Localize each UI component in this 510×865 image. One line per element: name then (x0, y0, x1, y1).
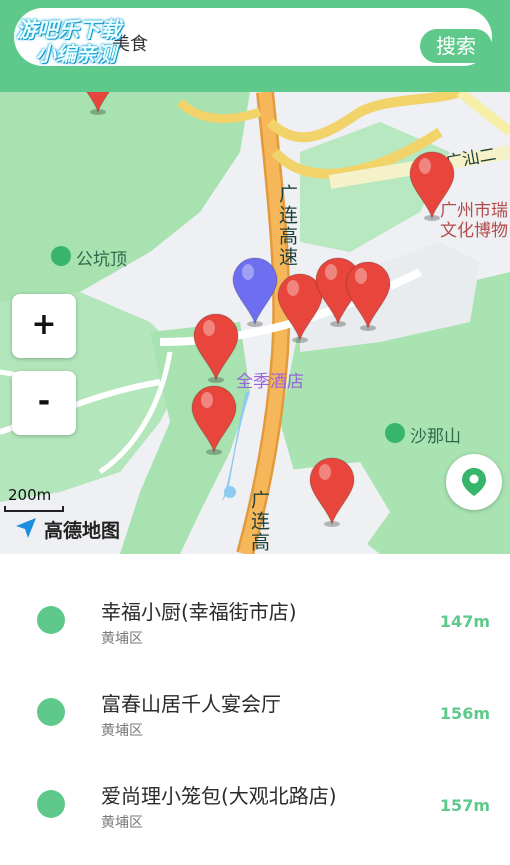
scale-label: 200m (8, 486, 52, 504)
search-button[interactable]: 搜索 (420, 29, 492, 63)
poi-icon-shanashan (385, 423, 405, 443)
road-label-guanglian-lower: 广连高 (248, 490, 270, 553)
watermark-line2: 小编亲测 (36, 42, 116, 66)
list-item-distance: 157m (439, 796, 490, 815)
list-item-dot (37, 606, 65, 634)
list-item-dot (37, 790, 65, 818)
list-item-district: 黄埔区 (101, 723, 143, 739)
poi-icon-gongkengding (51, 246, 71, 266)
zoom-in-button[interactable]: + (12, 294, 76, 358)
list-item-name: 幸福小厨(幸福街市店) (101, 600, 297, 624)
poi-label-gongkengding: 公坑顶 (76, 250, 127, 270)
list-item-name: 爱尚理小笼包(大观北路店) (101, 784, 337, 808)
watermark: 游吧乐下载 小编亲测 (14, 8, 154, 66)
museum-label-line2: 文化博物 (440, 221, 508, 241)
poi-label-shanashan: 沙那山 (410, 427, 461, 447)
location-pin-icon (462, 468, 486, 496)
list-item-name: 富春山居千人宴会厅 (101, 692, 281, 716)
scale-bar (4, 506, 64, 512)
amap-arrow-icon (16, 518, 36, 538)
list-item-district: 黄埔区 (101, 815, 143, 831)
map-canvas (0, 92, 510, 554)
list-item-distance: 147m (439, 612, 490, 631)
map-view[interactable]: 公坑顶 沙那山 全季酒店 广州市瑞 文化博物 广连高速 广连高 广汕二 + - … (0, 92, 510, 554)
amap-logo-text: 高德地图 (44, 520, 121, 542)
zoom-out-button[interactable]: - (12, 371, 76, 435)
pond (224, 486, 236, 498)
green-area-top-left (0, 92, 250, 302)
road-label-guanglian: 广连高速 (276, 184, 298, 268)
list-item-distance: 156m (439, 704, 490, 723)
road-east (456, 92, 510, 136)
list-item-dot (37, 698, 65, 726)
list-item[interactable]: 爱尚理小笼包(大观北路店) 黄埔区 157m (0, 758, 510, 850)
result-list: 幸福小厨(幸福街市店) 黄埔区 147m 富春山居千人宴会厅 黄埔区 156m … (0, 554, 510, 865)
locate-button[interactable] (446, 454, 502, 510)
hotel-label: 全季酒店 (236, 372, 304, 392)
header: 美食 搜索 ← 游吧乐下载 小编亲测 (0, 0, 510, 92)
list-item[interactable]: 富春山居千人宴会厅 黄埔区 156m (0, 666, 510, 758)
list-item-district: 黄埔区 (101, 631, 143, 647)
list-item[interactable]: 幸福小厨(幸福街市店) 黄埔区 147m (0, 574, 510, 666)
